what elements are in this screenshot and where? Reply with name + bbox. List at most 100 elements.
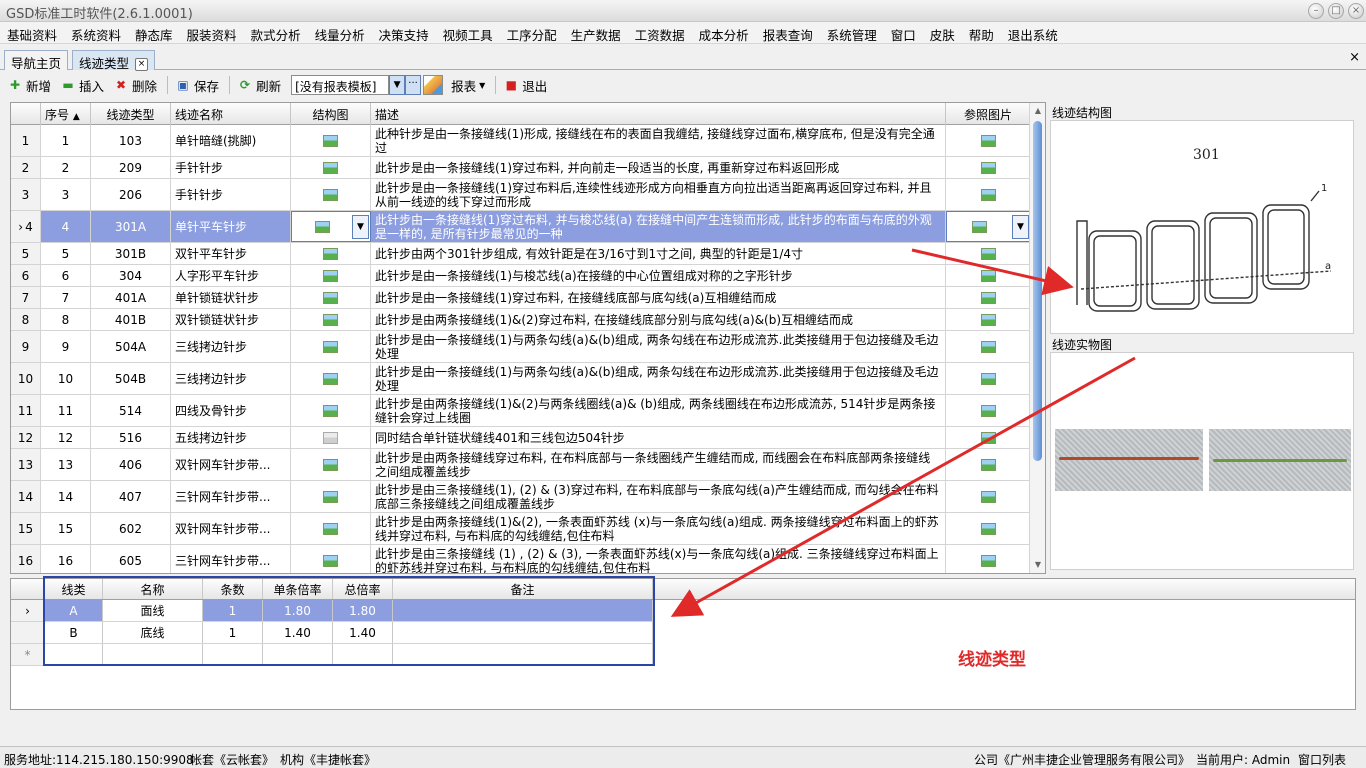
cell-reference-image[interactable] — [946, 449, 1031, 480]
cell-reference-image[interactable] — [946, 287, 1031, 308]
cell-stitch-type[interactable]: 206 — [91, 179, 171, 210]
cell-seq[interactable]: 9 — [41, 331, 91, 362]
menu-report-query[interactable]: 报表查询 — [756, 22, 820, 43]
cell-description[interactable]: 此针步是由两条接缝线穿过布料, 在布料底部与一条线圈线产生缠结而成, 而线圈会在… — [371, 449, 946, 480]
cell-reference-image[interactable] — [946, 125, 1031, 156]
cell-structure-image[interactable] — [291, 309, 371, 330]
cell-stitch-type[interactable]: 103 — [91, 125, 171, 156]
cell-description[interactable]: 此针步是由三条接缝线(1), (2) & (3)穿过布料, 在布料底部与一条底勾… — [371, 481, 946, 512]
cell-stitch-name[interactable]: 人字形平车针步 — [171, 265, 291, 286]
table-row[interactable]: 10 10 504B 三线拷边针步 此针步是由一条接缝线(1)与两条勾线(a)&(b)组… — [11, 363, 1031, 395]
report-menu-button[interactable]: 报表 ▼ — [451, 76, 485, 95]
cell-stitch-type[interactable]: 304 — [91, 265, 171, 286]
thread-row-header[interactable] — [11, 622, 45, 643]
cell-stitch-type[interactable]: 504B — [91, 363, 171, 394]
grid-vertical-scrollbar[interactable]: ▲ ▼ — [1029, 103, 1045, 573]
row-header[interactable]: 16 — [11, 545, 41, 573]
exit-button[interactable]: ■ 退出 — [504, 76, 548, 95]
cell-description[interactable]: 此针步是由一条接缝线(1)与梭芯线(a)在接缝的中心位置组成对称的之字形针步 — [371, 265, 946, 286]
cell-description[interactable]: 此针步是由一条接缝线(1)与两条勾线(a)&(b)组成, 两条勾线在布边形成流苏… — [371, 363, 946, 394]
cell-seq[interactable]: 2 — [41, 157, 91, 178]
cell-description[interactable]: 此针步由一条接缝线(1)穿过布料, 并与梭芯线(a) 在接缝中间产生连锁而形成,… — [371, 211, 946, 242]
cell-description[interactable]: 此针步是由一条接缝线(1)与两条勾线(a)&(b)组成, 两条勾线在布边形成流苏… — [371, 331, 946, 362]
cell-seq[interactable]: 8 — [41, 309, 91, 330]
table-row[interactable]: 16 16 605 三针网车针步带... 此针步是由三条接缝线 (1) , (2) & … — [11, 545, 1031, 573]
cell-reference-image[interactable] — [946, 157, 1031, 178]
chevron-down-icon[interactable]: ▼ — [389, 75, 406, 95]
cell-reference-image[interactable]: ▼ — [946, 211, 1031, 242]
cell-structure-image[interactable] — [291, 125, 371, 156]
cell-structure-image[interactable] — [291, 513, 371, 544]
scroll-down-icon[interactable]: ▼ — [1030, 557, 1045, 573]
col-header-seq[interactable]: 序号 ▲ — [41, 103, 91, 125]
table-row[interactable]: 14 14 407 三针网车针步带... 此针步是由三条接缝线(1), (2) & (3… — [11, 481, 1031, 513]
cell-stitch-name[interactable]: 双针锁链状针步 — [171, 309, 291, 330]
cell-seq[interactable]: 6 — [41, 265, 91, 286]
cell-description[interactable]: 此针步是由两条接缝线(1)&(2), 一条表面虾苏线 (x)与一条底勾线(a)组… — [371, 513, 946, 544]
row-header[interactable]: 5 — [11, 243, 41, 264]
report-designer-icon[interactable] — [423, 75, 444, 95]
cell-stitch-name[interactable]: 三线拷边针步 — [171, 363, 291, 394]
row-header[interactable]: 8 — [11, 309, 41, 330]
cell-stitch-name[interactable]: 双针网车针步带... — [171, 513, 291, 544]
refresh-button[interactable]: ⟳ 刷新 — [238, 76, 281, 95]
cell-stitch-name[interactable]: 单针暗缝(挑脚) — [171, 125, 291, 156]
menu-decision-support[interactable]: 决策支持 — [372, 22, 436, 43]
row-header[interactable]: 15 — [11, 513, 41, 544]
menu-video-tools[interactable]: 视频工具 — [436, 22, 500, 43]
cell-stitch-name[interactable]: 双针平车针步 — [171, 243, 291, 264]
row-header[interactable]: 12 — [11, 427, 41, 448]
cell-stitch-name[interactable]: 手针针步 — [171, 157, 291, 178]
row-header[interactable]: › 4 — [11, 211, 41, 242]
col-header-structure[interactable]: 结构图 — [291, 103, 371, 125]
menu-cost-analysis[interactable]: 成本分析 — [692, 22, 756, 43]
col-header-reference[interactable]: 参照图片 — [946, 103, 1031, 125]
table-row[interactable]: 13 13 406 双针网车针步带... 此针步是由两条接缝线穿过布料, 在布料底部与一… — [11, 449, 1031, 481]
cell-structure-image[interactable] — [291, 179, 371, 210]
maximize-button[interactable]: □ — [1328, 3, 1344, 19]
cell-structure-image[interactable] — [291, 157, 371, 178]
chevron-down-icon[interactable]: ▼ — [352, 215, 369, 239]
chevron-down-icon[interactable]: ▼ — [1012, 215, 1029, 239]
table-row[interactable]: 5 5 301B 双针平车针步 此针步由两个301针步组成, 有效针距是在3/16寸到1… — [11, 243, 1031, 265]
cell-structure-image[interactable] — [291, 427, 371, 448]
cell-stitch-type[interactable]: 401A — [91, 287, 171, 308]
cell-stitch-type[interactable]: 504A — [91, 331, 171, 362]
thread-row-header[interactable]: › — [11, 600, 45, 621]
table-row[interactable]: 6 6 304 人字形平车针步 此针步是由一条接缝线(1)与梭芯线(a)在接缝的中心位置… — [11, 265, 1031, 287]
cell-description[interactable]: 此针步是由两条接缝线(1)&(2)穿过布料, 在接缝线底部分别与底勾线(a)&(… — [371, 309, 946, 330]
cell-stitch-name[interactable]: 单针锁链状针步 — [171, 287, 291, 308]
cell-structure-image[interactable] — [291, 395, 371, 426]
cell-structure-image[interactable] — [291, 449, 371, 480]
report-template-select[interactable]: [没有报表模板] ▼ ··· — [291, 75, 444, 95]
save-button[interactable]: ▣ 保存 — [176, 76, 219, 95]
cell-reference-image[interactable] — [946, 331, 1031, 362]
cell-reference-image[interactable] — [946, 179, 1031, 210]
cell-structure-image[interactable]: ▼ — [291, 211, 371, 242]
menu-skin[interactable]: 皮肤 — [923, 22, 962, 43]
tab-home[interactable]: 导航主页 — [4, 50, 69, 71]
row-header[interactable]: 7 — [11, 287, 41, 308]
cell-stitch-type[interactable]: 602 — [91, 513, 171, 544]
cell-stitch-name[interactable]: 三线拷边针步 — [171, 331, 291, 362]
table-row[interactable]: 2 2 209 手针针步 此针步是由一条接缝线(1)穿过布料, 并向前走一段适当的长度,… — [11, 157, 1031, 179]
cell-seq[interactable]: 7 — [41, 287, 91, 308]
cell-stitch-name[interactable]: 单针平车针步 — [171, 211, 291, 242]
table-row[interactable]: 11 11 514 四线及骨针步 此针步是由两条接缝线(1)&(2)与两条线圈线(a)&… — [11, 395, 1031, 427]
col-header-type[interactable]: 线迹类型 — [91, 103, 171, 125]
cell-stitch-name[interactable]: 五线拷边针步 — [171, 427, 291, 448]
row-header[interactable]: 3 — [11, 179, 41, 210]
col-header-description[interactable]: 描述 — [371, 103, 946, 125]
cell-stitch-name[interactable]: 三针网车针步带... — [171, 481, 291, 512]
tab-close-icon[interactable]: × — [135, 58, 149, 71]
cell-stitch-type[interactable]: 301A — [91, 211, 171, 242]
menu-static-library[interactable]: 静态库 — [128, 22, 180, 43]
cell-structure-image[interactable] — [291, 545, 371, 573]
scroll-up-icon[interactable]: ▲ — [1030, 103, 1045, 119]
cell-description[interactable]: 此针步是由两条接缝线(1)&(2)与两条线圈线(a)& (b)组成, 两条线圈线… — [371, 395, 946, 426]
cell-reference-image[interactable] — [946, 363, 1031, 394]
add-button[interactable]: ✚ 新增 — [8, 76, 51, 95]
table-row[interactable]: › 4 4 301A 单针平车针步 ▼ 此针步由一条接缝线(1)穿过布料, 并与梭芯线(a)… — [11, 211, 1031, 243]
cell-seq[interactable]: 16 — [41, 545, 91, 573]
cell-reference-image[interactable] — [946, 427, 1031, 448]
